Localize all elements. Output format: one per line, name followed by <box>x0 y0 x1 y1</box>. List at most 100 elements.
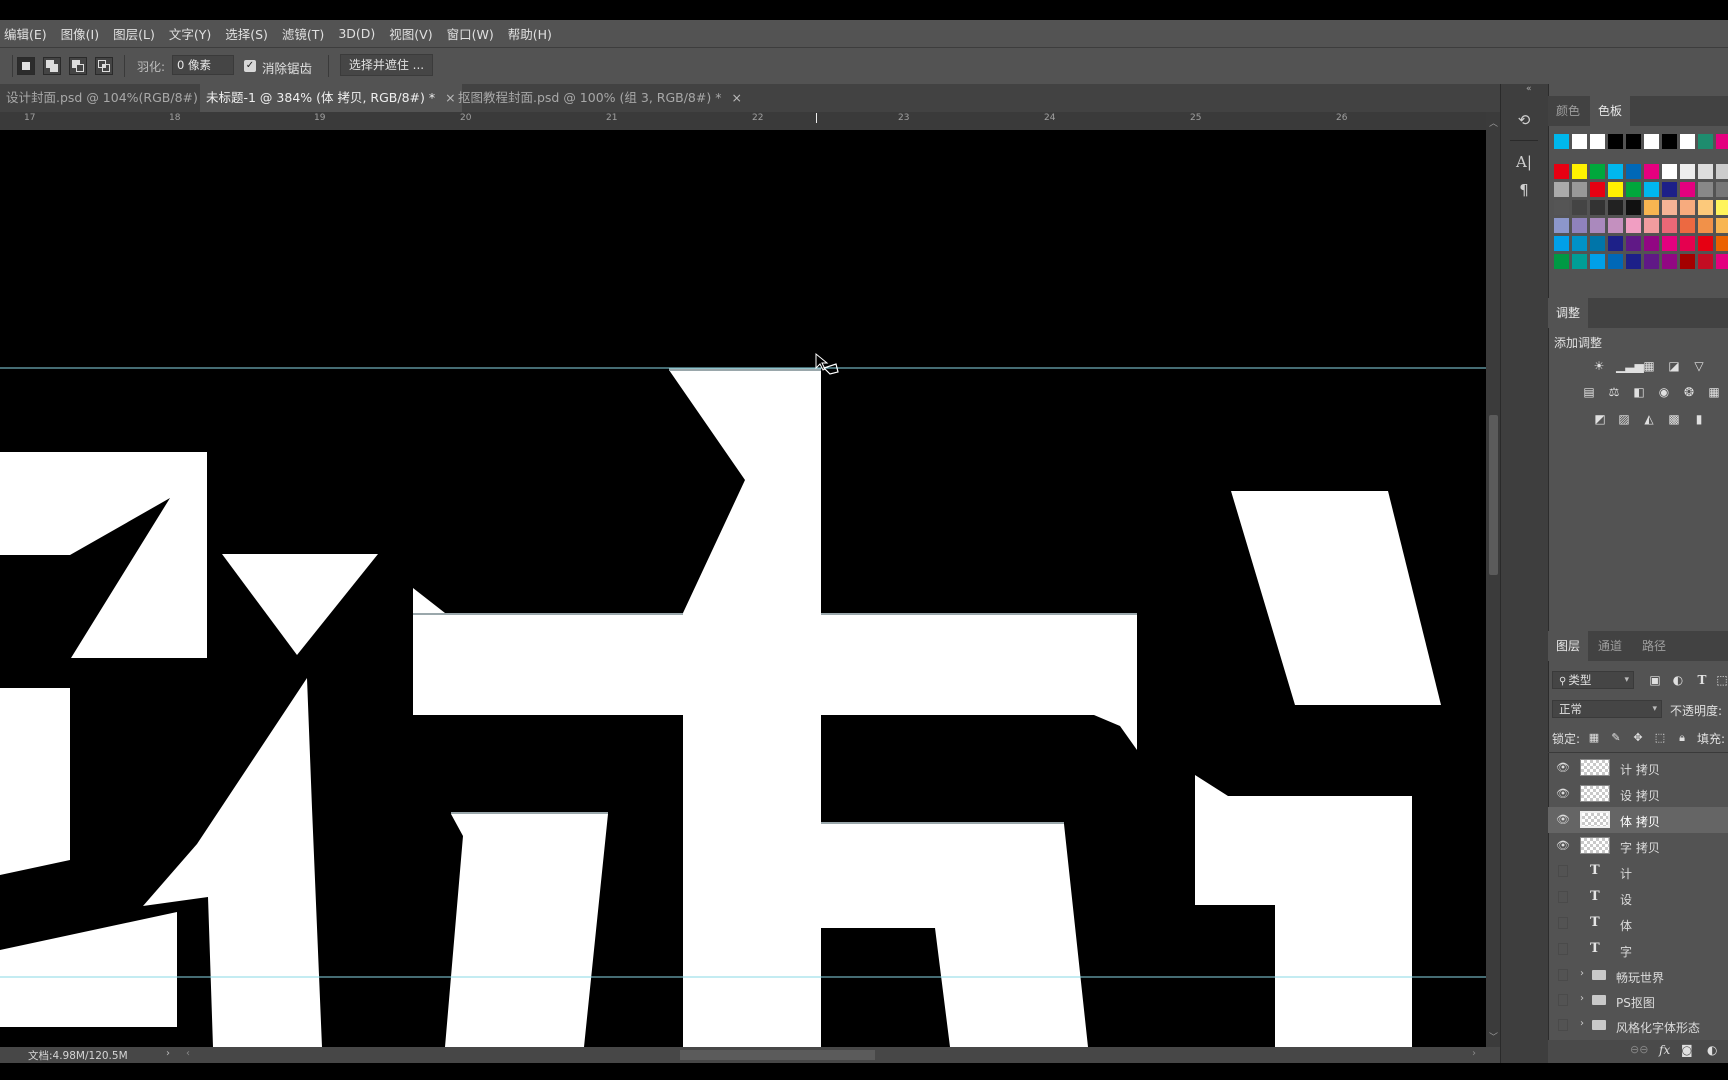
curves-icon[interactable]: ▦ <box>1641 358 1657 374</box>
color-swatch[interactable] <box>1680 134 1695 149</box>
color-swatch[interactable] <box>1572 134 1587 149</box>
new-selection-icon[interactable] <box>17 57 35 75</box>
scroll-down-icon[interactable]: ﹀ <box>1489 1030 1498 1043</box>
menu-edit[interactable]: 编辑(E) <box>4 24 47 43</box>
color-swatch[interactable] <box>1644 254 1659 269</box>
color-swatch[interactable] <box>1572 182 1587 197</box>
color-swatch[interactable] <box>1590 236 1605 251</box>
brightness-icon[interactable]: ☀ <box>1591 358 1607 374</box>
layer-row-she-text[interactable]: T 设 <box>1548 885 1728 911</box>
color-swatch[interactable] <box>1626 182 1641 197</box>
color-swatch[interactable] <box>1608 200 1623 215</box>
color-swatch[interactable] <box>1680 236 1695 251</box>
color-swatch[interactable] <box>1572 200 1587 215</box>
collapse-panels-icon[interactable]: « <box>1526 84 1532 94</box>
character-panel-icon[interactable]: A| <box>1512 150 1536 174</box>
color-swatch[interactable] <box>1626 134 1641 149</box>
color-balance-icon[interactable]: ⚖ <box>1606 384 1622 400</box>
layer-row-ti-copy[interactable]: 👁︎ 体 拷贝 <box>1548 807 1728 833</box>
visibility-toggle-empty[interactable] <box>1558 994 1568 1006</box>
menu-type[interactable]: 文字(Y) <box>169 24 211 43</box>
color-swatch[interactable] <box>1698 182 1713 197</box>
color-swatch[interactable] <box>1554 134 1569 149</box>
gradient-map-icon[interactable]: ▮ <box>1691 411 1707 427</box>
tab-color[interactable]: 颜色 <box>1548 96 1588 126</box>
visibility-toggle-empty[interactable] <box>1558 865 1568 877</box>
color-swatch[interactable] <box>1554 236 1569 251</box>
chevron-right-icon[interactable]: › <box>1580 993 1584 1004</box>
tab-swatches[interactable]: 色板 <box>1590 96 1631 126</box>
photo-filter-icon[interactable]: ◉ <box>1656 384 1672 400</box>
menu-window[interactable]: 窗口(W) <box>447 24 494 43</box>
new-adjustment-layer-icon[interactable]: ◐ <box>1707 1043 1717 1057</box>
color-swatch[interactable] <box>1662 164 1677 179</box>
vibrance-icon[interactable]: ▽ <box>1691 358 1707 374</box>
color-swatch[interactable] <box>1554 218 1569 233</box>
layer-group-changwan-world[interactable]: › 畅玩世界 <box>1548 963 1728 989</box>
menu-image[interactable]: 图像(I) <box>61 24 99 43</box>
chevron-right-icon[interactable]: › <box>1580 1018 1584 1029</box>
layer-row-zi-copy[interactable]: 👁︎ 字 拷贝 <box>1548 833 1728 859</box>
black-white-icon[interactable]: ◧ <box>1631 384 1647 400</box>
select-and-mask-button[interactable]: 选择并遮住 ... <box>340 54 433 76</box>
color-swatch[interactable] <box>1626 218 1641 233</box>
color-swatch[interactable] <box>1590 200 1605 215</box>
color-swatch[interactable] <box>1662 134 1677 149</box>
history-panel-icon[interactable]: ⟲ <box>1512 108 1536 132</box>
tab-paths[interactable]: 路径 <box>1634 631 1674 661</box>
lock-position-icon[interactable]: ✥ <box>1631 731 1645 745</box>
add-mask-icon[interactable]: ◙ <box>1681 1043 1693 1057</box>
scroll-up-icon[interactable]: ︿ <box>1489 116 1498 129</box>
tab-channels[interactable]: 通道 <box>1590 631 1630 661</box>
menu-layer[interactable]: 图层(L) <box>113 24 155 43</box>
filter-adjustment-icon[interactable]: ◐ <box>1670 672 1686 688</box>
color-swatch[interactable] <box>1572 218 1587 233</box>
color-swatch[interactable] <box>1644 236 1659 251</box>
color-swatch[interactable] <box>1680 182 1695 197</box>
filter-type-icon[interactable]: T <box>1694 672 1710 688</box>
visibility-toggle-empty[interactable] <box>1558 917 1568 929</box>
color-swatch[interactable] <box>1644 200 1659 215</box>
channel-mixer-icon[interactable]: ❂ <box>1681 384 1697 400</box>
color-swatch[interactable] <box>1680 200 1695 215</box>
color-lookup-icon[interactable]: ▦ <box>1706 384 1722 400</box>
visibility-toggle-empty[interactable] <box>1558 891 1568 903</box>
lock-transparent-icon[interactable]: ▦ <box>1587 731 1601 745</box>
filter-shape-icon[interactable]: ⬚ <box>1714 672 1728 688</box>
color-swatch[interactable] <box>1626 236 1641 251</box>
threshold-icon[interactable]: ◭ <box>1641 411 1657 427</box>
color-swatch[interactable] <box>1698 134 1713 149</box>
layer-row-ti-text[interactable]: T 体 <box>1548 911 1728 937</box>
visibility-toggle-empty[interactable] <box>1558 969 1568 981</box>
close-icon[interactable]: × <box>731 90 741 105</box>
link-layers-icon[interactable]: ⊖⊖ <box>1630 1043 1648 1056</box>
color-swatch[interactable] <box>1608 134 1623 149</box>
horizontal-scroll-thumb[interactable] <box>680 1050 875 1060</box>
color-swatch[interactable] <box>1662 182 1677 197</box>
feather-input[interactable]: 0 像素 <box>172 55 234 75</box>
menu-filter[interactable]: 滤镜(T) <box>282 24 324 43</box>
color-swatch[interactable] <box>1716 236 1728 251</box>
color-swatch[interactable] <box>1572 254 1587 269</box>
color-swatch[interactable] <box>1590 182 1605 197</box>
menu-help[interactable]: 帮助(H) <box>508 24 552 43</box>
color-swatch[interactable] <box>1698 164 1713 179</box>
menu-3d[interactable]: 3D(D) <box>338 26 375 41</box>
menu-select[interactable]: 选择(S) <box>225 24 268 43</box>
antialias-checkbox[interactable]: ✓ <box>244 60 256 72</box>
lock-artboard-icon[interactable]: ⬚ <box>1653 731 1667 745</box>
color-swatch[interactable] <box>1626 254 1641 269</box>
color-swatch[interactable] <box>1716 218 1728 233</box>
vertical-scroll-thumb[interactable] <box>1489 415 1498 575</box>
hue-saturation-icon[interactable]: ▤ <box>1581 384 1597 400</box>
color-swatch[interactable] <box>1608 182 1623 197</box>
scroll-right-icon[interactable]: › <box>1472 1048 1476 1059</box>
tab-cutout-tutorial-cover[interactable]: 抠图教程封面.psd @ 100% (组 3, RGB/8#) * × <box>452 84 748 112</box>
blend-mode-dropdown[interactable]: 正常 ▾ <box>1552 700 1662 718</box>
color-swatch[interactable] <box>1680 164 1695 179</box>
add-to-selection-icon[interactable] <box>43 57 61 75</box>
color-swatch[interactable] <box>1662 254 1677 269</box>
color-swatch[interactable] <box>1662 200 1677 215</box>
paragraph-panel-icon[interactable]: ¶ <box>1512 178 1536 202</box>
chevron-right-icon[interactable]: › <box>1580 968 1584 979</box>
